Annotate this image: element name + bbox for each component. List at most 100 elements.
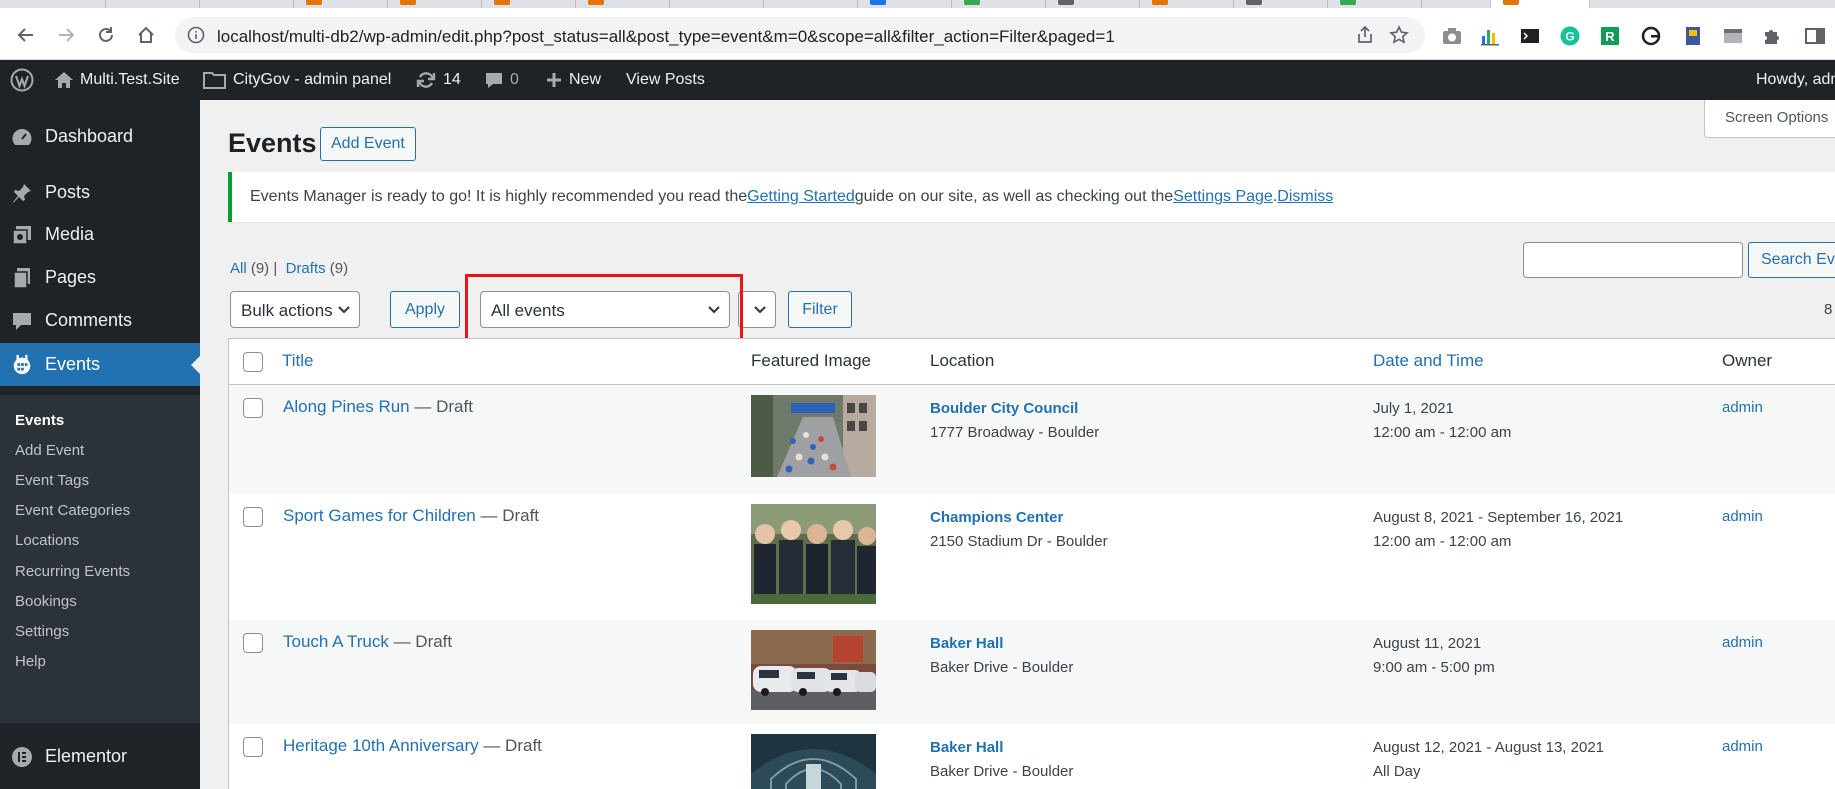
row-checkbox[interactable]	[243, 398, 263, 418]
new-content-menu[interactable]: New	[545, 60, 601, 100]
home-button[interactable]	[132, 21, 160, 49]
submenu-item-settings[interactable]: Settings	[15, 623, 69, 640]
featured-image[interactable]	[751, 734, 876, 789]
row-checkbox[interactable]	[243, 633, 263, 653]
camera-extension-icon[interactable]	[1442, 26, 1462, 46]
owner-link[interactable]: admin	[1722, 634, 1763, 651]
sidebar-item-comments[interactable]: Comments	[0, 299, 200, 342]
url-text[interactable]: localhost/multi-db2/wp-admin/edit.php?po…	[217, 27, 1115, 47]
featured-image[interactable]	[751, 630, 876, 710]
event-date: August 8, 2021 - September 16, 2021	[1373, 509, 1624, 526]
chart-extension-icon[interactable]	[1480, 26, 1500, 46]
browser-tab-active[interactable]	[1490, 0, 1590, 8]
browser-tab[interactable]	[106, 0, 200, 8]
sidebar-item-media[interactable]: Media	[0, 213, 200, 256]
featured-image[interactable]	[751, 504, 876, 604]
submenu-item-add-event[interactable]: Add Event	[15, 442, 84, 459]
view-posts-link[interactable]: View Posts	[626, 60, 705, 100]
submenu-item-locations[interactable]: Locations	[15, 532, 79, 549]
owner-link[interactable]: admin	[1722, 508, 1763, 525]
back-button[interactable]	[12, 21, 40, 49]
event-title-link[interactable]: Along Pines Run	[283, 397, 410, 416]
address-bar[interactable]: localhost/multi-db2/wp-admin/edit.php?po…	[175, 17, 1425, 53]
wp-logo-menu[interactable]	[10, 60, 34, 100]
browser-tab[interactable]	[576, 0, 670, 8]
column-date-time[interactable]: Date and Time	[1373, 351, 1484, 371]
bulk-actions-select[interactable]: Bulk actions	[230, 291, 360, 328]
event-title-link[interactable]: Heritage 10th Anniversary	[283, 736, 479, 755]
browser-tab[interactable]	[0, 0, 106, 8]
search-events-button[interactable]: Search Eve	[1748, 242, 1835, 278]
search-events-input[interactable]	[1523, 242, 1743, 278]
forward-button[interactable]	[52, 21, 80, 49]
row-checkbox[interactable]	[243, 507, 263, 527]
submenu-item-events[interactable]: Events	[15, 412, 64, 429]
featured-image[interactable]	[751, 395, 876, 477]
submenu-item-event-categories[interactable]: Event Categories	[15, 502, 130, 519]
apply-button[interactable]: Apply	[390, 291, 460, 328]
column-title[interactable]: Title	[282, 351, 314, 371]
site-name-menu[interactable]: Multi.Test.Site	[54, 60, 180, 100]
extensions-puzzle-icon[interactable]	[1762, 26, 1782, 46]
browser-tab[interactable]	[670, 0, 764, 8]
browser-tab[interactable]	[1140, 0, 1234, 8]
bookmark-star-icon[interactable]	[1389, 25, 1409, 48]
view-drafts-link[interactable]: Drafts	[286, 260, 326, 277]
network-menu[interactable]: CityGov - admin panel	[203, 60, 391, 100]
png-extension-icon[interactable]	[1683, 26, 1703, 46]
browser-tab[interactable]	[200, 0, 294, 8]
submenu-item-recurring-events[interactable]: Recurring Events	[15, 563, 130, 580]
wordpress-logo-icon	[10, 68, 34, 92]
my-account-menu[interactable]: Howdy, adm	[1756, 60, 1835, 100]
terminal-extension-icon[interactable]	[1520, 26, 1540, 46]
updates-menu[interactable]: 14	[415, 60, 461, 100]
sidebar-item-elementor[interactable]: Elementor	[0, 735, 200, 778]
view-all-link[interactable]: All	[230, 260, 247, 277]
location-name-link[interactable]: Champions Center	[930, 506, 1108, 530]
g-circle-extension-icon[interactable]	[1641, 26, 1661, 46]
submenu-item-event-tags[interactable]: Event Tags	[15, 472, 89, 489]
select-all-checkbox[interactable]	[243, 352, 263, 372]
browser-tab[interactable]	[482, 0, 576, 8]
row-checkbox[interactable]	[243, 737, 263, 757]
event-title-link[interactable]: Sport Games for Children	[283, 506, 476, 525]
browser-tab[interactable]	[1328, 0, 1422, 8]
sidebar-item-dashboard[interactable]: Dashboard	[0, 115, 200, 158]
sidebar-item-posts[interactable]: Posts	[0, 171, 200, 214]
browser-tab[interactable]	[858, 0, 952, 8]
share-icon[interactable]	[1355, 25, 1375, 48]
browser-tab[interactable]	[388, 0, 482, 8]
add-event-button[interactable]: Add Event	[320, 127, 416, 161]
sidebar-item-pages[interactable]: Pages	[0, 256, 200, 299]
filter-button[interactable]: Filter	[788, 291, 852, 328]
browser-tab[interactable]	[294, 0, 388, 8]
dismiss-link[interactable]: Dismiss	[1277, 188, 1333, 206]
views-separator: |	[273, 260, 278, 277]
location-name-link[interactable]: Baker Hall	[930, 632, 1073, 656]
owner-link[interactable]: admin	[1722, 738, 1763, 755]
window-extension-icon[interactable]	[1723, 26, 1743, 46]
submenu-item-bookings[interactable]: Bookings	[15, 593, 77, 610]
sidebar-item-label: Media	[45, 224, 95, 244]
site-info-icon[interactable]	[187, 26, 205, 47]
browser-tab[interactable]	[1046, 0, 1140, 8]
r-extension-icon[interactable]: R	[1600, 26, 1620, 46]
sidebar-item-events[interactable]: Events	[0, 343, 200, 386]
browser-tab[interactable]	[1234, 0, 1328, 8]
submenu-item-help[interactable]: Help	[15, 653, 46, 670]
event-time: 12:00 am - 12:00 am	[1373, 533, 1512, 550]
grammarly-extension-icon[interactable]: G	[1560, 26, 1580, 46]
location-name-link[interactable]: Baker Hall	[930, 736, 1073, 760]
settings-page-link[interactable]: Settings Page	[1173, 188, 1273, 206]
screen-options-button[interactable]: Screen Options	[1704, 100, 1835, 138]
browser-tab[interactable]	[764, 0, 858, 8]
sidebar-panel-icon[interactable]	[1805, 26, 1825, 46]
comments-menu[interactable]: 0	[484, 60, 519, 100]
owner-link[interactable]: admin	[1722, 399, 1763, 416]
category-select[interactable]	[738, 291, 776, 328]
getting-started-link[interactable]: Getting Started	[747, 188, 855, 206]
event-title-link[interactable]: Touch A Truck	[283, 632, 389, 651]
reload-button[interactable]	[92, 21, 120, 49]
location-name-link[interactable]: Boulder City Council	[930, 397, 1099, 421]
browser-tab[interactable]	[952, 0, 1046, 8]
